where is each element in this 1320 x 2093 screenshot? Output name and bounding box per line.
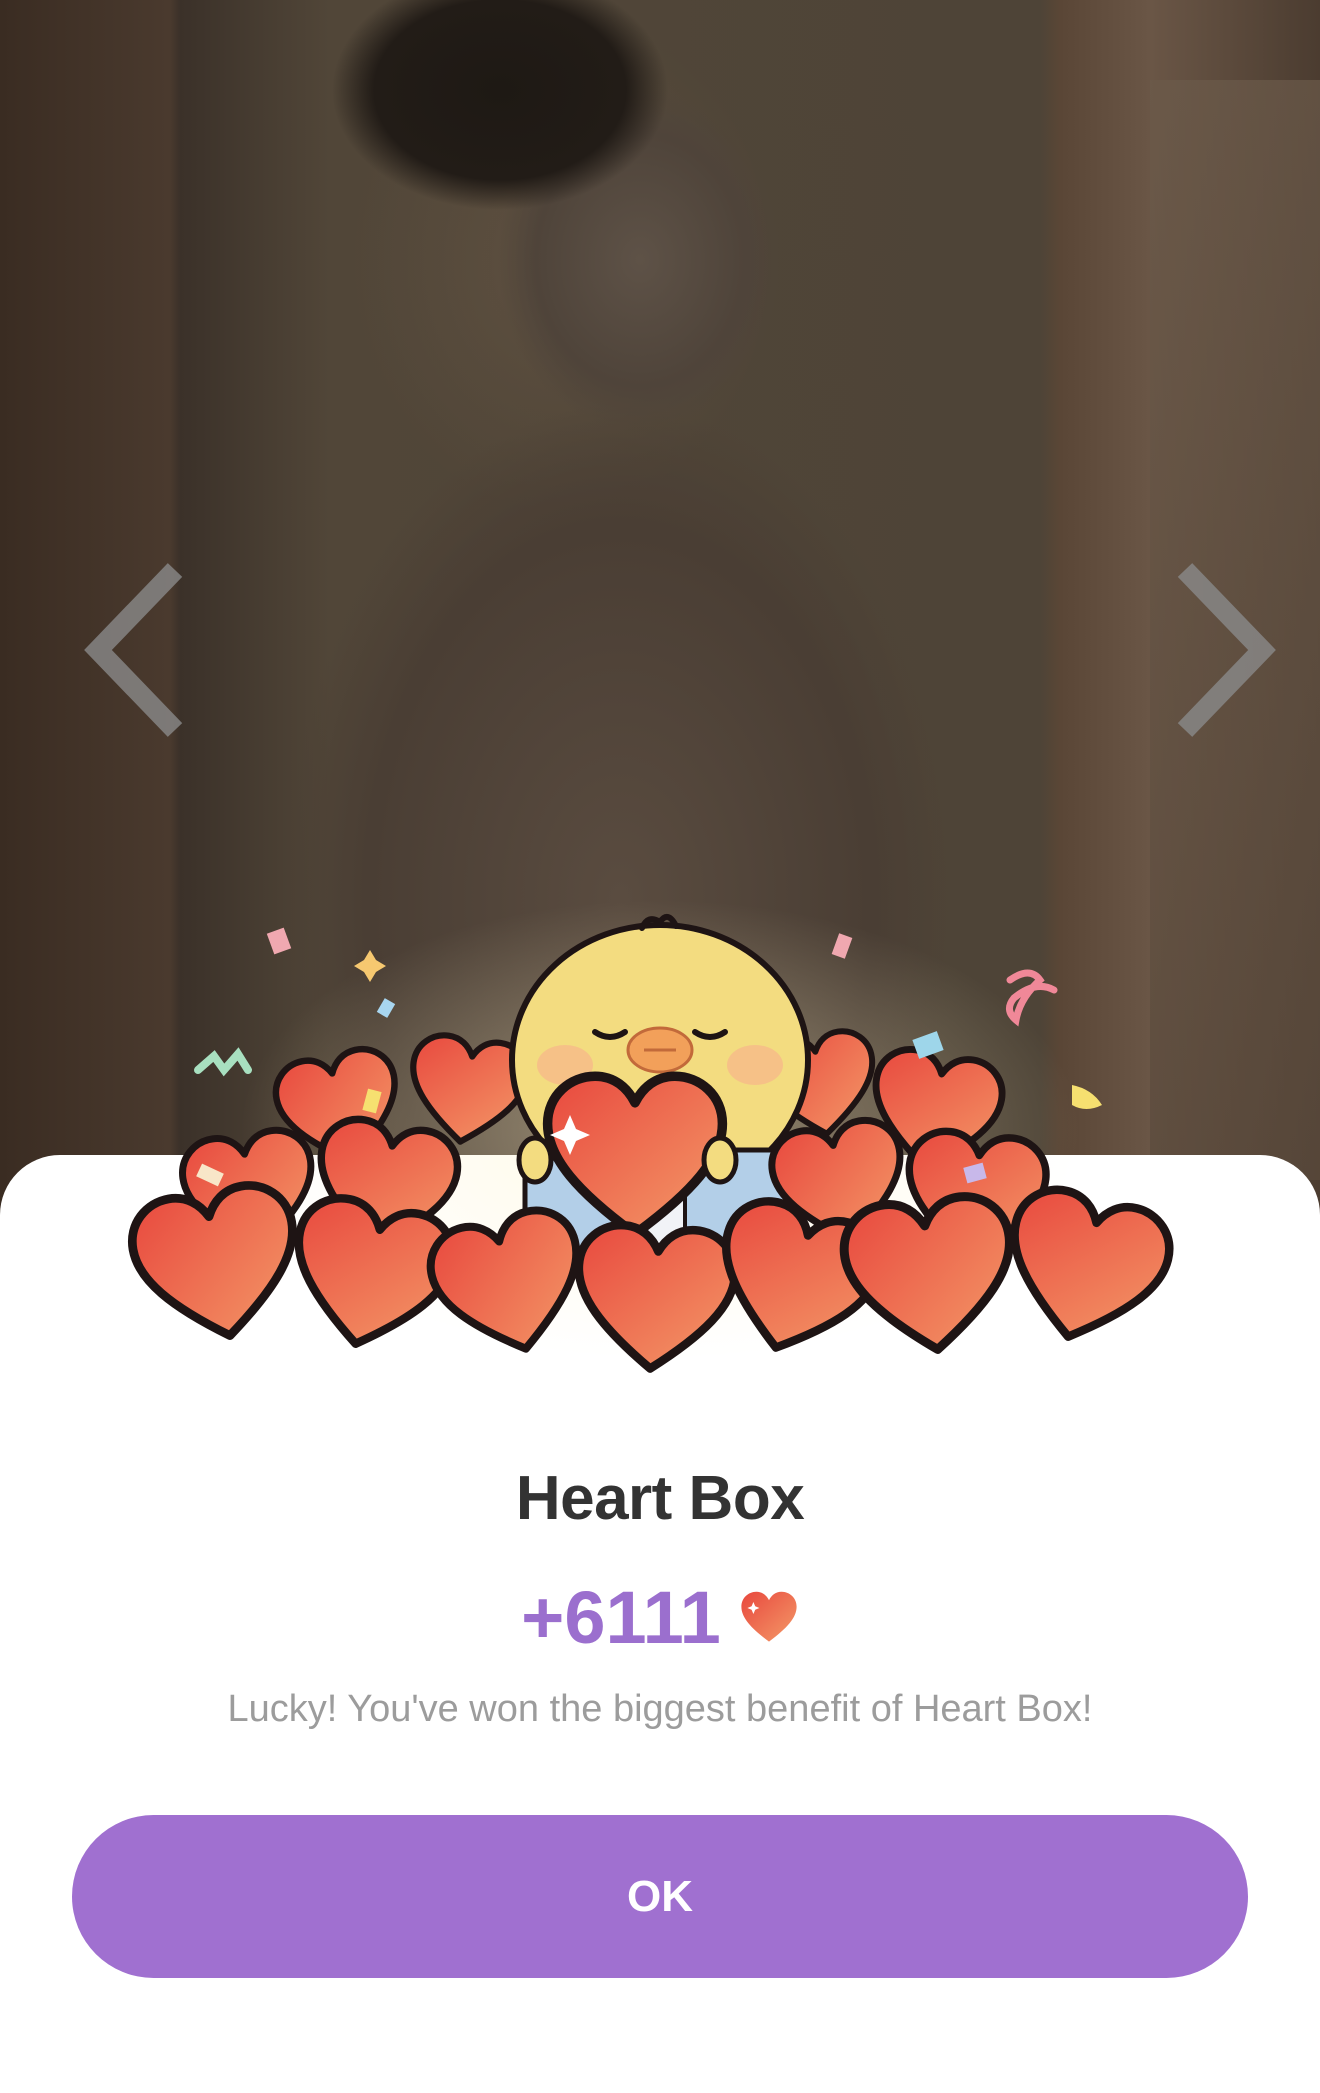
chevron-right-icon xyxy=(1177,563,1276,737)
heart-icon xyxy=(739,1589,799,1645)
dialog-message: Lucky! You've won the biggest benefit of… xyxy=(227,1688,1093,1730)
next-photo-button[interactable] xyxy=(1170,560,1280,740)
background-figure-head xyxy=(290,0,710,260)
chick-hugging-heart-icon xyxy=(120,900,1200,1410)
reward-row: +6111 xyxy=(0,1572,1320,1662)
dialog-title: Heart Box xyxy=(515,1464,805,1533)
ok-button[interactable]: OK xyxy=(72,1815,1248,1978)
chevron-left-icon xyxy=(84,563,183,737)
reward-amount: +6111 xyxy=(521,1575,721,1659)
previous-photo-button[interactable] xyxy=(80,560,190,740)
